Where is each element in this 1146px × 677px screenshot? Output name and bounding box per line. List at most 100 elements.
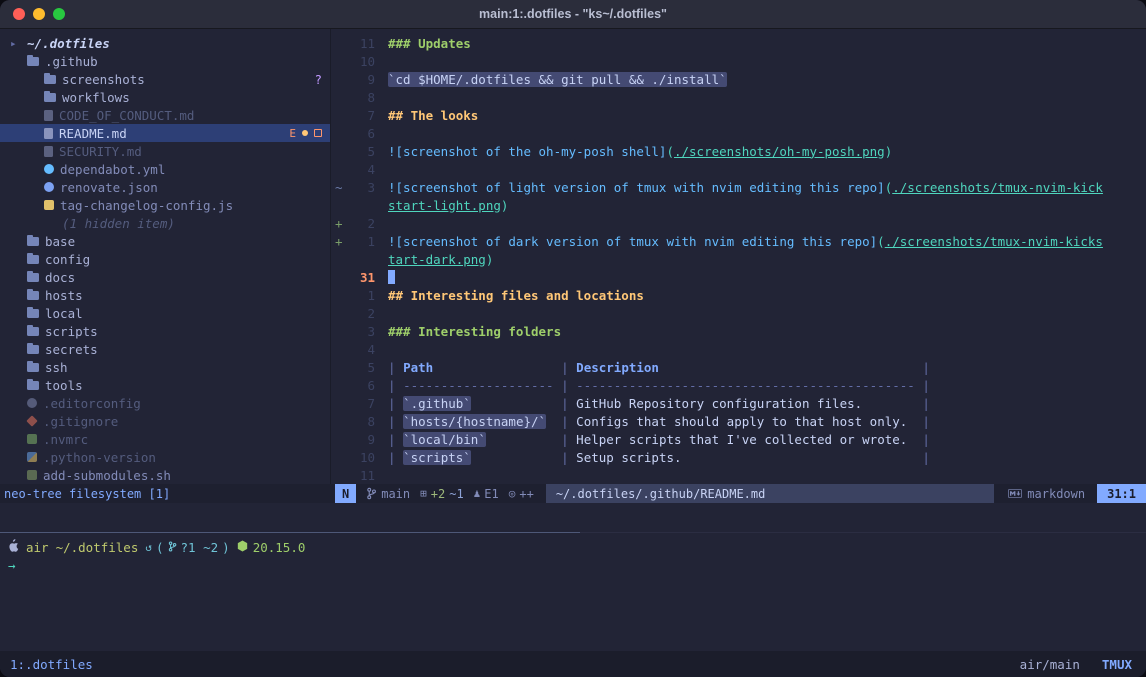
editor-line[interactable]: 10| `scripts` | Setup scripts. | bbox=[331, 448, 1146, 466]
tree-item-dependabot-yml[interactable]: dependabot.yml bbox=[0, 160, 330, 178]
tree-item-label: add-submodules.sh bbox=[43, 468, 171, 483]
editor-line[interactable]: +1![screenshot of dark version of tmux w… bbox=[331, 232, 1146, 250]
editor-line[interactable]: ~3![screenshot of light version of tmux … bbox=[331, 178, 1146, 196]
editor-line[interactable]: 5| Path | Description | bbox=[331, 358, 1146, 376]
tree-item-label: screenshots bbox=[62, 72, 145, 87]
tree-item-readme-md[interactable]: README.md E bbox=[0, 124, 330, 142]
tree-item-label: .github bbox=[45, 54, 98, 69]
line-number: 7 bbox=[349, 108, 375, 123]
line-number: 9 bbox=[349, 432, 375, 447]
tree-item-label: secrets bbox=[45, 342, 98, 357]
tree-item-ssh[interactable]: ssh bbox=[0, 358, 330, 376]
line-text: | `local/bin` | Helper scripts that I've… bbox=[375, 432, 930, 447]
editor-line[interactable]: 4 bbox=[331, 160, 1146, 178]
editor-line[interactable]: 9`cd $HOME/.dotfiles && git pull && ./in… bbox=[331, 70, 1146, 88]
line-number: 2 bbox=[349, 216, 375, 231]
editor-line[interactable]: +2 bbox=[331, 214, 1146, 232]
close-button[interactable] bbox=[13, 8, 25, 20]
tree-item-config[interactable]: config bbox=[0, 250, 330, 268]
editor-line[interactable]: 3### Interesting folders bbox=[331, 322, 1146, 340]
editor-line[interactable]: 9| `local/bin` | Helper scripts that I'v… bbox=[331, 430, 1146, 448]
tree-item-renovate-json[interactable]: renovate.json bbox=[0, 178, 330, 196]
tree-item-editorconfig[interactable]: .editorconfig bbox=[0, 394, 330, 412]
editor-line[interactable]: 6 bbox=[331, 124, 1146, 142]
tree-item-local[interactable]: local bbox=[0, 304, 330, 322]
branch-icon bbox=[366, 487, 377, 500]
tree-item-github[interactable]: .github bbox=[0, 52, 330, 70]
editor-line[interactable]: 8 bbox=[331, 88, 1146, 106]
tree-item-label: renovate.json bbox=[60, 180, 158, 195]
folder-icon bbox=[27, 291, 39, 300]
folder-icon bbox=[27, 273, 39, 282]
editor-line[interactable]: 11### Updates bbox=[331, 34, 1146, 52]
tree-item-screenshots[interactable]: screenshots? bbox=[0, 70, 330, 88]
editor-line[interactable]: 5![screenshot of the oh-my-posh shell](.… bbox=[331, 142, 1146, 160]
tree-item-tag-changelog-config-js[interactable]: tag-changelog-config.js bbox=[0, 196, 330, 214]
tree-item-tools[interactable]: tools bbox=[0, 376, 330, 394]
prompt-git-status: ?1 ~2 bbox=[181, 540, 219, 555]
tree-item-code-of-conduct-md[interactable]: CODE_OF_CONDUCT.md bbox=[0, 106, 330, 124]
editor-line[interactable]: 7| `.github` | GitHub Repository configu… bbox=[331, 394, 1146, 412]
tree-item-docs[interactable]: docs bbox=[0, 268, 330, 286]
line-text: `cd $HOME/.dotfiles && git pull && ./ins… bbox=[375, 72, 727, 87]
line-number: 8 bbox=[349, 414, 375, 429]
line-number: 9 bbox=[349, 72, 375, 87]
tree-item-dotfiles[interactable]: ▸~/.dotfiles bbox=[0, 34, 330, 52]
pane-border-active[interactable] bbox=[0, 532, 580, 533]
editor-buffer[interactable]: 11### Updates109`cd $HOME/.dotfiles && g… bbox=[331, 34, 1146, 484]
tree-item-scripts[interactable]: scripts bbox=[0, 322, 330, 340]
tree-item-add-submodules-sh[interactable]: add-submodules.sh bbox=[0, 466, 330, 484]
tree-item-label: .gitignore bbox=[43, 414, 118, 429]
editor-line[interactable]: 1## Interesting files and locations bbox=[331, 286, 1146, 304]
item-indicators: E bbox=[289, 127, 322, 140]
diff-modified: ~1 bbox=[449, 487, 463, 501]
editor-line[interactable]: 4 bbox=[331, 340, 1146, 358]
tree-item-base[interactable]: base bbox=[0, 232, 330, 250]
tree-item-label: (1 hidden item) bbox=[62, 216, 175, 231]
tree-item-label: scripts bbox=[45, 324, 98, 339]
line-text bbox=[375, 270, 395, 285]
tree-item-python-version[interactable]: .python-version bbox=[0, 448, 330, 466]
tree-item-1-hidden-item[interactable]: (1 hidden item) bbox=[0, 214, 330, 232]
tree-item-label: README.md bbox=[59, 126, 127, 141]
editor-line[interactable]: 31 bbox=[331, 268, 1146, 286]
gutter-sign: ~ bbox=[331, 180, 349, 195]
tree-item-gitignore[interactable]: .gitignore bbox=[0, 412, 330, 430]
line-number: 11 bbox=[349, 468, 375, 483]
tree-item-security-md[interactable]: SECURITY.md bbox=[0, 142, 330, 160]
folder-icon bbox=[27, 345, 39, 354]
tree-item-workflows[interactable]: workflows bbox=[0, 88, 330, 106]
line-text: | `.github` | GitHub Repository configur… bbox=[375, 396, 930, 411]
neotree-statusline: neo-tree filesystem [1] bbox=[0, 484, 335, 503]
editor-line[interactable]: tart-dark.png) bbox=[331, 250, 1146, 268]
tree-item-nvmrc[interactable]: .nvmrc bbox=[0, 430, 330, 448]
line-number: 5 bbox=[349, 360, 375, 375]
zoom-button[interactable] bbox=[53, 8, 65, 20]
pane-border[interactable] bbox=[580, 532, 1146, 533]
tree-item-hosts[interactable]: hosts bbox=[0, 286, 330, 304]
file-icon bbox=[44, 200, 54, 210]
file-icon bbox=[44, 164, 54, 174]
expander-icon[interactable]: ▸ bbox=[10, 37, 21, 50]
window-title: main:1:.dotfiles - "ks~/.dotfiles" bbox=[479, 7, 667, 21]
file-icon bbox=[26, 415, 37, 426]
file-tree: ▸~/.dotfiles .githubscreenshots?workflows… bbox=[0, 34, 330, 484]
editor-line[interactable]: 7## The looks bbox=[331, 106, 1146, 124]
lsp-text: ++ bbox=[519, 487, 533, 501]
tree-item-label: tag-changelog-config.js bbox=[60, 198, 233, 213]
line-text: ### Updates bbox=[375, 36, 471, 51]
tree-item-secrets[interactable]: secrets bbox=[0, 340, 330, 358]
shell-pane[interactable]: air ~/.dotfiles ↺ ( ?1 ~2 ) 20.15.0 → bbox=[8, 538, 1146, 574]
editor-line[interactable]: 8| `hosts/{hostname}/` | Configs that sh… bbox=[331, 412, 1146, 430]
editor-line[interactable]: 11 bbox=[331, 466, 1146, 484]
editor-line[interactable]: 10 bbox=[331, 52, 1146, 70]
editor-line[interactable]: 2 bbox=[331, 304, 1146, 322]
editor-line[interactable]: start-light.png) bbox=[331, 196, 1146, 214]
file-icon bbox=[44, 110, 53, 121]
minimize-button[interactable] bbox=[33, 8, 45, 20]
status-row: neo-tree filesystem [1] N main ⊞ +2 ~1 ♟… bbox=[0, 484, 1146, 503]
tmux-window-item[interactable]: 1:.dotfiles bbox=[10, 657, 93, 672]
line-text: start-light.png) bbox=[375, 198, 508, 213]
editor-line[interactable]: 6| -------------------- | --------------… bbox=[331, 376, 1146, 394]
file-icon bbox=[44, 128, 53, 139]
